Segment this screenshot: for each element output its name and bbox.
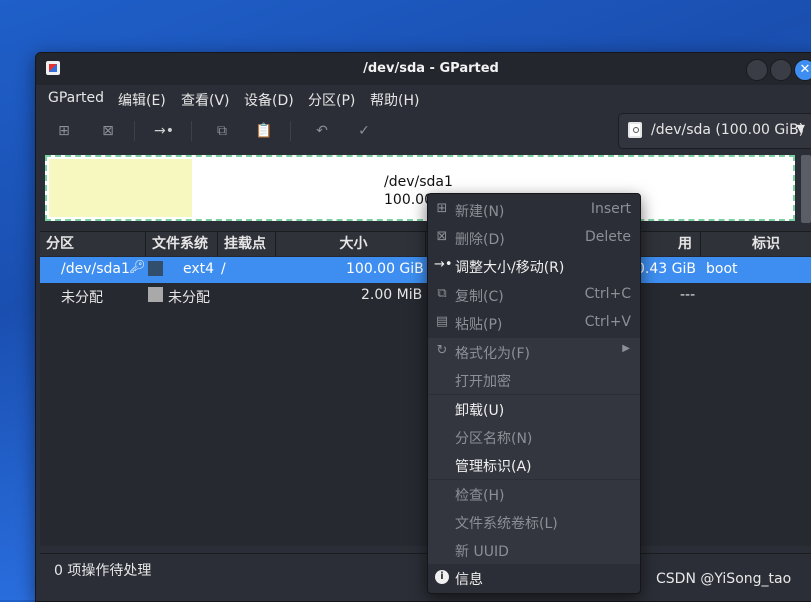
submenu-arrow-icon: ▶	[622, 343, 630, 354]
menu-item-check[interactable]: 检查(H)	[428, 480, 640, 508]
minimize-button[interactable]	[746, 59, 768, 81]
row-unused: ---	[680, 287, 696, 303]
menu-item-manage-flags[interactable]: 管理标识(A)	[428, 451, 640, 479]
format-icon: ↻	[436, 343, 448, 358]
menu-help[interactable]: 帮助(H)	[370, 90, 419, 110]
menu-view[interactable]: 查看(V)	[181, 90, 230, 110]
menu-item-resize-move[interactable]: →• 调整大小/移动(R)	[428, 252, 640, 280]
row-filesystem: 未分配	[168, 290, 210, 306]
menu-item-delete[interactable]: ⊠ 删除(D) Delete	[428, 224, 640, 252]
undo-icon[interactable]: ↶	[312, 121, 332, 141]
title-bar: /dev/sda - GParted ✕	[36, 53, 811, 85]
resize-move-icon: →•	[434, 257, 453, 272]
apply-icon[interactable]: ✓	[354, 121, 374, 141]
column-mountpoint[interactable]: 挂载点	[218, 232, 276, 256]
row-size: 100.00 GiB	[346, 261, 424, 277]
disk-map-used-space	[49, 159, 192, 217]
chevron-down-icon: ▼	[796, 122, 805, 135]
key-icon: 🔑︎	[129, 260, 146, 275]
row-size: 2.00 MiB	[361, 287, 423, 303]
column-filesystem[interactable]: 文件系统	[146, 232, 218, 256]
device-label: /dev/sda (100.00 GiB)	[651, 122, 805, 138]
toolbar-separator	[191, 121, 192, 141]
disk-map-partition-name: /dev/sda1	[384, 174, 453, 190]
paste-icon: ▤	[435, 314, 449, 329]
info-icon: i	[435, 570, 449, 584]
partition-context-menu: ⊞ 新建(N) Insert ⊠ 删除(D) Delete →• 调整大小/移动…	[427, 193, 641, 594]
disk-map-scrollbar[interactable]	[801, 155, 811, 223]
menu-item-format[interactable]: ↻ 格式化为(F) ▶	[428, 338, 640, 366]
table-row[interactable]: /dev/sda1 🔑︎ ext4 / 100.00 GiB 0.43 GiB …	[40, 257, 811, 283]
menu-item-copy[interactable]: ⧉ 复制(C) Ctrl+C	[428, 281, 640, 309]
filesystem-color-swatch	[148, 287, 163, 302]
row-partition: 未分配	[61, 290, 103, 306]
table-row[interactable]: 未分配 未分配 2.00 MiB ---	[40, 283, 811, 309]
menu-edit[interactable]: 编辑(E)	[118, 90, 166, 110]
window-title: /dev/sda - GParted	[363, 61, 499, 76]
menu-item-unmount[interactable]: 卸载(U)	[428, 395, 640, 423]
disk-icon	[628, 122, 642, 138]
disk-map[interactable]: /dev/sda1 100.00 GiB	[45, 155, 795, 221]
menu-item-partition-name[interactable]: 分区名称(N)	[428, 423, 640, 451]
new-partition-icon[interactable]: ⊞	[54, 121, 74, 141]
partition-table-header: 分区 文件系统 挂载点 大小 用 标识	[40, 231, 811, 257]
menu-device[interactable]: 设备(D)	[244, 90, 294, 110]
menu-bar: GParted 编辑(E) 查看(V) 设备(D) 分区(P) 帮助(H)	[36, 85, 811, 113]
column-flags[interactable]: 标识	[701, 232, 811, 256]
paste-icon[interactable]: 📋	[254, 121, 274, 141]
column-partition[interactable]: 分区	[40, 232, 146, 256]
watermark: CSDN @YiSong_tao	[656, 571, 792, 587]
close-button[interactable]: ✕	[794, 59, 811, 81]
copy-icon[interactable]: ⧉	[212, 121, 232, 141]
copy-icon: ⧉	[437, 286, 447, 301]
delete-icon: ⊠	[436, 229, 448, 244]
toolbar-separator	[134, 121, 135, 141]
new-icon: ⊞	[436, 201, 448, 216]
menu-item-information[interactable]: i 信息	[428, 564, 640, 592]
gparted-window: /dev/sda - GParted ✕ GParted 编辑(E) 查看(V)…	[35, 52, 811, 602]
row-mountpoint: /	[221, 261, 226, 277]
toolbar-separator	[290, 121, 291, 141]
row-flags: boot	[706, 261, 738, 277]
row-partition: /dev/sda1	[61, 261, 130, 277]
menu-item-new-uuid[interactable]: 新 UUID	[428, 536, 640, 564]
pending-operations: 0 项操作待处理	[54, 563, 152, 579]
device-selector[interactable]: /dev/sda (100.00 GiB) ▼	[618, 113, 811, 149]
resize-move-icon[interactable]: →•	[154, 121, 174, 141]
maximize-button[interactable]	[770, 59, 792, 81]
row-unused: 0.43 GiB	[636, 261, 696, 277]
menu-partition[interactable]: 分区(P)	[308, 90, 355, 110]
delete-icon[interactable]: ⊠	[98, 121, 118, 141]
partition-table: /dev/sda1 🔑︎ ext4 / 100.00 GiB 0.43 GiB …	[40, 256, 811, 546]
menu-gparted[interactable]: GParted	[48, 90, 104, 106]
row-filesystem: ext4	[183, 261, 215, 277]
column-size[interactable]: 大小	[276, 232, 426, 256]
menu-item-new[interactable]: ⊞ 新建(N) Insert	[428, 196, 640, 224]
menu-item-fs-label[interactable]: 文件系统卷标(L)	[428, 508, 640, 536]
menu-item-open-encryption[interactable]: 打开加密	[428, 366, 640, 394]
menu-item-paste[interactable]: ▤ 粘贴(P) Ctrl+V	[428, 309, 640, 337]
filesystem-color-swatch	[148, 261, 163, 276]
